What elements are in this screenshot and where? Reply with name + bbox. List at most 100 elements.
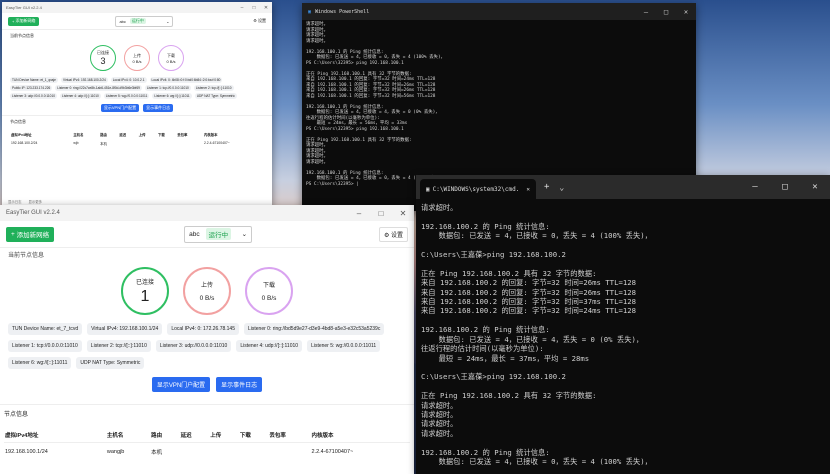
title-bar[interactable]: ▣ C:\WINDOWS\system32\cmd. ✕ + ⌄ – □ ✕ — [416, 175, 830, 199]
upload-ring: 上传 0 B/s — [124, 45, 150, 71]
terminal-line: 来自 192.168.100.2 的回复: 字节=32 时间=26ms TTL=… — [421, 287, 637, 297]
new-tab-button[interactable]: + — [544, 182, 549, 192]
column-header: 上传 — [210, 432, 222, 439]
maximize-icon[interactable]: □ — [656, 3, 676, 20]
peer-table: 虚拟IPv4地址 主机名 路由 延迟 上传 下载 丢包率 内核版本 192.168.100.2… — [10, 131, 264, 148]
table-row[interactable]: 192.168.100.1/24 wangjb 本机 2.2.4-67100407~ — [4, 442, 410, 462]
column-header: 路由 — [100, 133, 107, 137]
vpn-portal-button[interactable]: 显示VPN门户配置 — [151, 377, 211, 392]
title-bar[interactable]: EasyTier GUI v2.2.4 – □ ✕ — [2, 2, 272, 13]
easytier-window-large[interactable]: EasyTier GUI v2.2.4 – □ ✕ + 添加新网络 abc 运行中 ⌄ … — [0, 205, 414, 474]
window-title: EasyTier GUI v2.2.4 — [6, 210, 60, 216]
terminal-line: C:\Users\王嘉葆>ping 192.168.100.2 — [421, 372, 566, 382]
column-header: 下载 — [239, 432, 251, 439]
connected-value: 1 — [140, 287, 150, 305]
info-chip: Listener 5: wg://0.0.0.0:11011 — [103, 93, 150, 99]
download-ring: 下载 0 B/s — [245, 267, 293, 315]
terminal-line: 数据包: 已发送 = 4，已接收 = 4，丢失 = 0 (0% 丢失)， — [421, 334, 644, 344]
terminal-output[interactable]: 请求超时。 请求超时。 请求超时。 请求超时。 192.168.100.1 的 Pin… — [302, 20, 696, 189]
vpn-portal-button[interactable]: 显示VPN门户配置 — [100, 104, 140, 112]
close-icon[interactable]: ✕ — [260, 2, 272, 13]
add-network-button[interactable]: + 添加新网络 — [8, 16, 40, 26]
title-bar[interactable]: ▣ Windows PowerShell – □ ✕ — [302, 3, 696, 20]
column-header: 内核版本 — [311, 432, 334, 439]
download-value: 0 B/s — [166, 58, 176, 64]
info-chip: Listener 6: wg://[::]:11011 — [8, 357, 72, 369]
settings-button[interactable]: ⚙ 设置 — [378, 226, 408, 242]
settings-button[interactable]: ⚙ 设置 — [253, 18, 266, 24]
add-network-label: 添加新网络 — [16, 232, 50, 239]
upload-ring: 上传 0 B/s — [183, 267, 231, 315]
chevron-down-icon: ⌄ — [241, 231, 248, 238]
table-cell: 192.168.100.1/24 — [5, 449, 48, 456]
info-chip: Listener 1: tcp://0.0.0.0:11010 — [8, 340, 82, 352]
minimize-icon[interactable]: – — [636, 3, 656, 20]
info-chip: UDP NAT Type: Symmetric — [76, 357, 145, 369]
network-select[interactable]: abc 运行中 ⌄ — [115, 15, 174, 27]
column-header: 延迟 — [180, 432, 192, 439]
table-cell: 2.2.4-67100407~ — [203, 141, 230, 145]
event-log-button[interactable]: 显示事件日志 — [216, 377, 263, 392]
table-cell — [209, 442, 239, 462]
section-title-current: 当前节点信息 — [8, 253, 45, 259]
minimize-icon[interactable]: – — [740, 175, 770, 199]
close-icon[interactable]: ✕ — [676, 3, 696, 20]
event-log-button[interactable]: 显示事件日志 — [143, 104, 174, 112]
info-chip: Listener 6: wg://[::]:11011 — [152, 93, 192, 99]
close-icon[interactable]: ✕ — [392, 205, 414, 221]
connected-ring: 已连接 3 — [90, 45, 116, 71]
chevron-down-icon: ⌄ — [166, 18, 170, 24]
tab-cmd[interactable]: ▣ C:\WINDOWS\system32\cmd. ✕ — [420, 179, 536, 199]
log-toggle[interactable]: 显示日志 — [8, 200, 22, 204]
terminal-line: 来自 192.168.100.2 的回复: 字节=32 时间=24ms TTL=… — [421, 306, 637, 316]
info-chip: Listener 3: udp://0.0.0.0:11010 — [10, 93, 58, 99]
add-network-button[interactable]: + 添加新网络 — [6, 226, 55, 242]
maximize-icon[interactable]: □ — [248, 2, 260, 13]
settings-label: 设置 — [390, 232, 403, 239]
download-label: 下载 — [262, 283, 275, 289]
table-cell: 192.168.100.2/24 — [11, 141, 38, 145]
maximize-icon[interactable]: □ — [370, 205, 392, 221]
terminal-output[interactable]: 请求超时。 192.168.100.2 的 Ping 统计信息: 数据包: 已发… — [416, 199, 830, 474]
table-cell: wangjb — [106, 449, 125, 456]
terminal-line: 请求超时。 — [421, 428, 458, 438]
more-toggle[interactable]: 显示更多 — [29, 200, 43, 204]
terminal-line: C:\Users\王嘉葆>ping 192.168.100.2 — [421, 250, 566, 260]
network-select[interactable]: abc 运行中 ⌄ — [184, 225, 253, 243]
table-cell — [268, 442, 310, 462]
current-node-panel: 当前节点信息 已连接 3 上传 0 B/s 下载 0 B/s TUN Device N… — [2, 30, 272, 115]
table-row[interactable]: 192.168.100.2/24 wjb 本机 2.2.4-67100407~ — [10, 138, 264, 148]
table-cell — [239, 442, 269, 462]
minimize-icon[interactable]: – — [236, 2, 248, 13]
cmd-icon: ▣ — [426, 185, 430, 193]
terminal-line: 192.168.100.2 的 Ping 统计信息: — [421, 221, 550, 231]
close-icon[interactable]: ✕ — [800, 175, 830, 199]
gear-icon: ⚙ — [383, 232, 391, 239]
info-chip: Virtual IPv4: 192.168.100.1/24 — [87, 323, 163, 335]
minimize-icon[interactable]: – — [348, 205, 370, 221]
tab-dropdown-button[interactable]: ⌄ — [559, 183, 564, 192]
terminal-line: 请求超时。 — [421, 400, 458, 410]
cmd-window[interactable]: ▣ C:\WINDOWS\system32\cmd. ✕ + ⌄ – □ ✕ 请求超… — [416, 175, 830, 474]
section-title-peers: 节点信息 — [4, 412, 29, 418]
maximize-icon[interactable]: □ — [770, 175, 800, 199]
download-ring: 下载 0 B/s — [158, 45, 184, 71]
terminal-line: 请求超时。 — [421, 419, 458, 429]
title-bar[interactable]: EasyTier GUI v2.2.4 – □ ✕ — [0, 205, 414, 221]
terminal-line: 正在 Ping 192.168.100.2 具有 32 字节的数据: — [421, 391, 597, 401]
terminal-line: 请求超时。 — [421, 409, 458, 419]
info-chip: Listener 1: tcp://0.0.0.0:11010 — [144, 85, 191, 91]
peer-panel: 节点信息 虚拟IPv4地址 主机名 路由 延迟 上传 下载 丢包率 内核版本 192.168.… — [0, 404, 414, 466]
status-badge: 运行中 — [205, 228, 232, 240]
download-value: 0 B/s — [261, 295, 277, 302]
easytier-window-small[interactable]: EasyTier GUI v2.2.4 – □ ✕ + 添加新网络 abc 运行中 ⌄ … — [2, 2, 272, 206]
tab-close-icon[interactable]: ✕ — [526, 186, 530, 193]
table-cell: 2.2.4-67100407~ — [311, 449, 354, 456]
section-title-current: 当前节点信息 — [10, 33, 34, 38]
info-chip: Local IPv4: 0: 172.26.78.145 — [167, 323, 239, 335]
